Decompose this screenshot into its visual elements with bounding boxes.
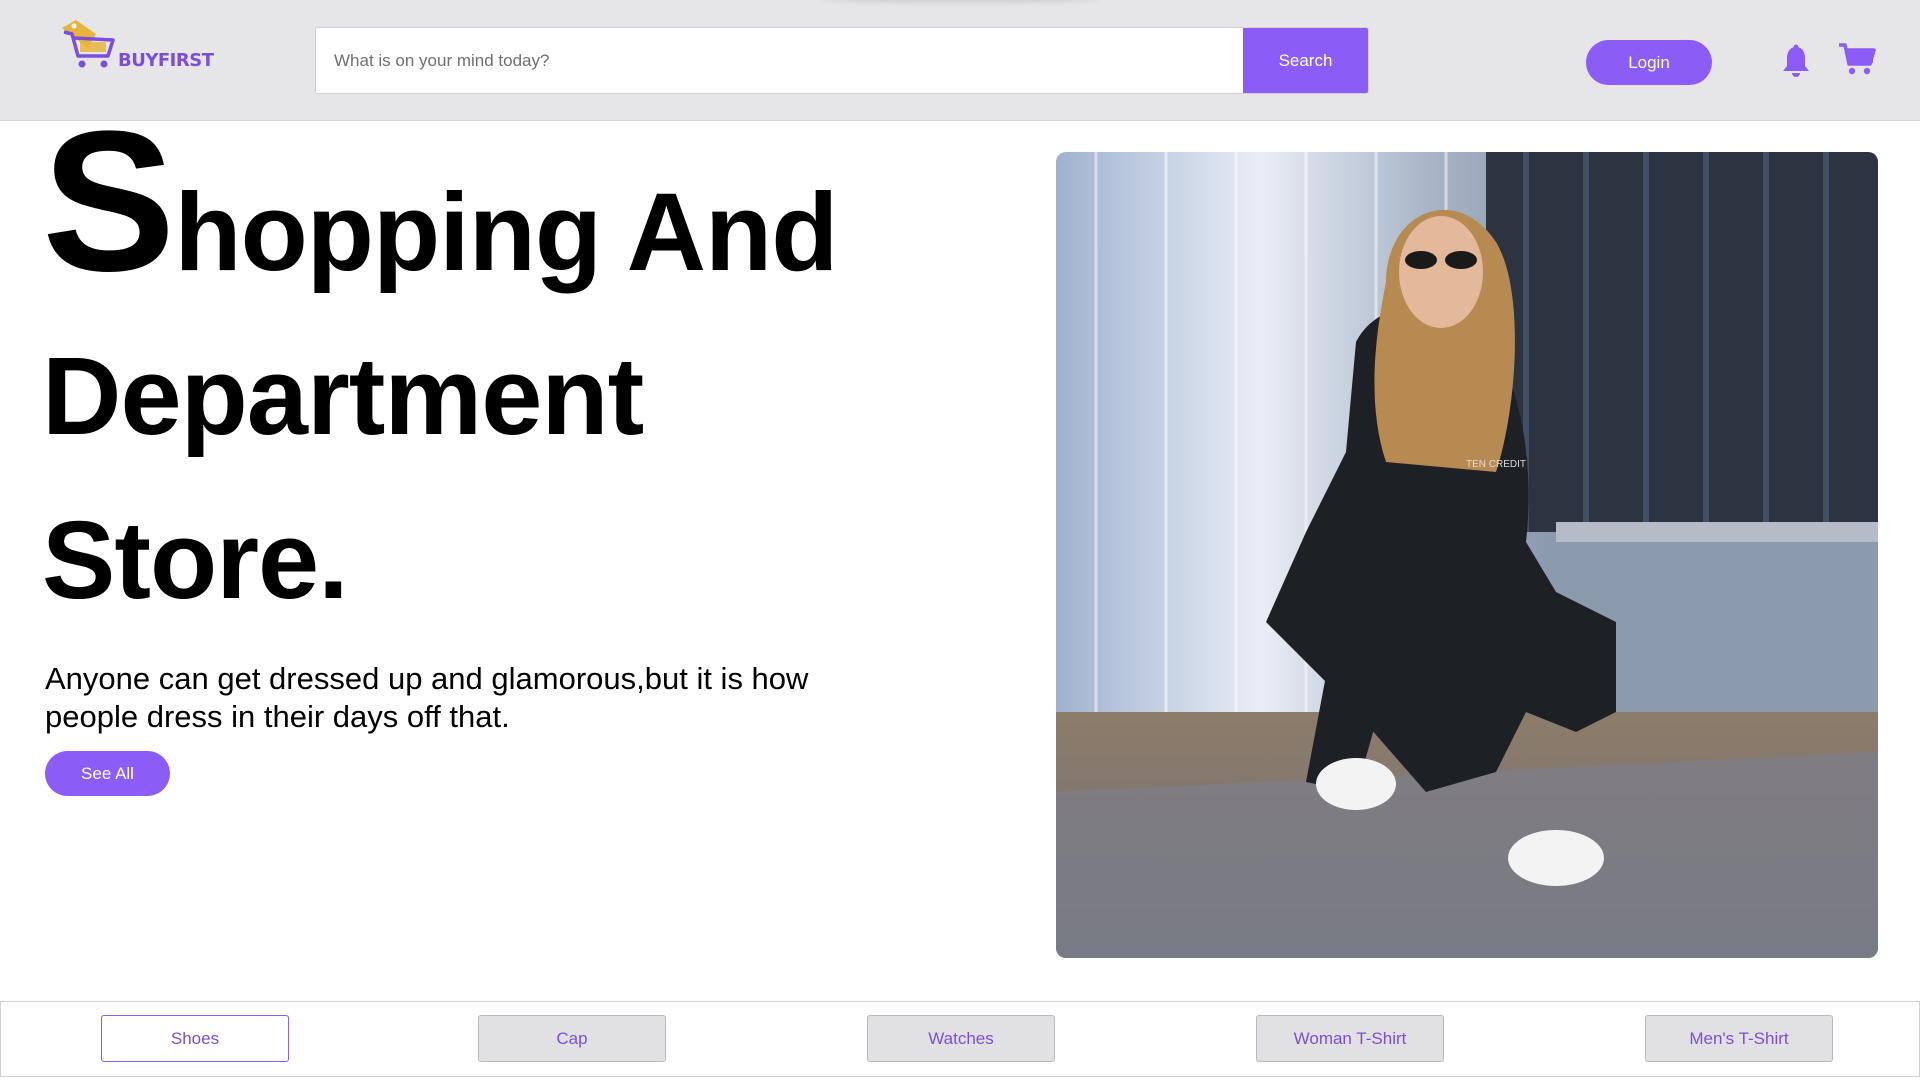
search-button[interactable]: Search: [1243, 28, 1368, 93]
cart-icon[interactable]: [1838, 42, 1876, 76]
see-all-button[interactable]: See All: [45, 751, 170, 796]
category-tab-cap[interactable]: Cap: [478, 1015, 666, 1062]
login-button[interactable]: Login: [1586, 40, 1712, 85]
category-tab-watches[interactable]: Watches: [867, 1015, 1055, 1062]
bell-icon[interactable]: [1780, 44, 1812, 78]
hero-title-line2: Department: [42, 335, 644, 458]
hero-image: TEN CREDIT: [1056, 152, 1878, 958]
category-bar: Shoes Cap Watches Woman T-Shirt Men's T-…: [0, 1001, 1920, 1077]
hero-description: Anyone can get dressed up and glamorous,…: [45, 661, 809, 734]
category-tab-shoes[interactable]: Shoes: [101, 1015, 289, 1062]
hero-title-line3: Store.: [42, 499, 349, 622]
search-bar: Search: [315, 27, 1369, 94]
photo-sweatshirt-text: TEN CREDIT: [1466, 459, 1526, 470]
search-input[interactable]: [316, 28, 1243, 93]
fashion-model-photo: TEN CREDIT: [1056, 152, 1878, 958]
logo[interactable]: BUYFIRST: [58, 18, 218, 78]
category-tab-woman-tshirt[interactable]: Woman T-Shirt: [1256, 1015, 1444, 1062]
header-shadow: [820, 0, 1100, 2]
logo-text: BUYFIRST: [118, 50, 214, 71]
category-tab-mens-tshirt[interactable]: Men's T-Shirt: [1645, 1015, 1833, 1062]
top-header: BUYFIRST Search Login: [0, 0, 1920, 121]
hero-title: Shopping And Department Store.: [42, 102, 1002, 643]
hero-title-line1: hopping And: [174, 171, 838, 294]
hero-title-initial: S: [42, 90, 175, 313]
